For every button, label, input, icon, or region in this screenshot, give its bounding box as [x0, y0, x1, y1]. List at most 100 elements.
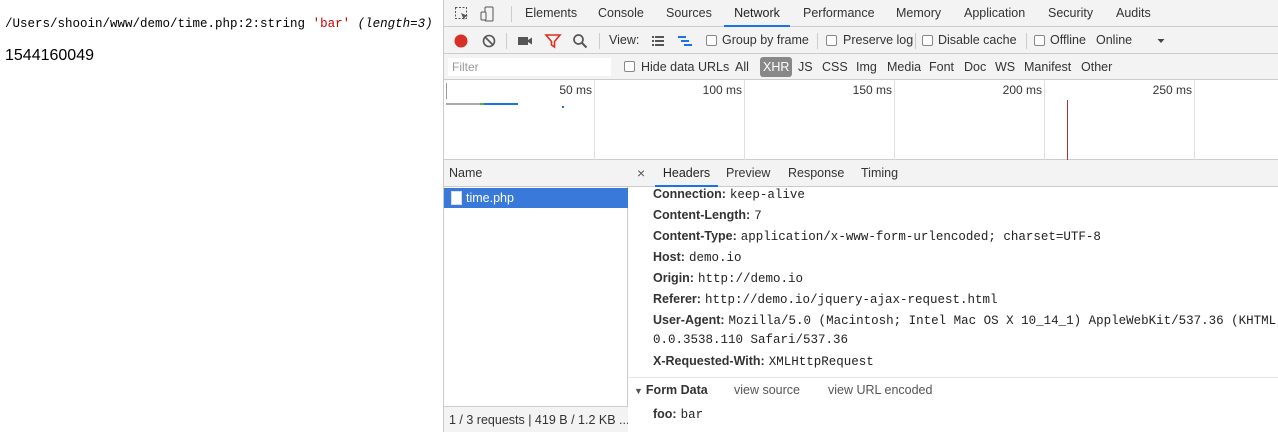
tab-audits[interactable]: Audits	[1116, 0, 1151, 27]
filter-type-font[interactable]: Font	[929, 54, 954, 80]
close-icon[interactable]: ×	[637, 160, 645, 187]
tab-preview[interactable]: Preview	[726, 160, 770, 187]
chevron-down-icon[interactable]	[1152, 32, 1170, 50]
waterfall-overview-icon[interactable]	[676, 32, 694, 50]
filter-input[interactable]	[448, 58, 611, 76]
overview-tick: 150 ms	[852, 83, 892, 97]
tab-sources[interactable]: Sources	[666, 0, 712, 27]
form-data-section-toggle[interactable]: ▼ Form Data	[634, 380, 708, 400]
tab-application[interactable]: Application	[964, 0, 1025, 27]
overview-gridline	[594, 80, 595, 160]
load-event-marker	[1067, 100, 1068, 160]
header-value: XMLHttpRequest	[768, 355, 874, 369]
request-row[interactable]: time.php	[444, 188, 628, 208]
form-data-divider	[628, 377, 1278, 378]
overview-gridline	[744, 80, 745, 160]
form-field-value: bar	[680, 408, 704, 422]
header-row: Content-Length: 7	[653, 205, 762, 225]
tab-response[interactable]: Response	[788, 160, 844, 187]
tab-performance[interactable]: Performance	[803, 0, 875, 27]
network-toolbar: View: Group by frame Preserve log Disabl…	[444, 27, 1278, 54]
overview-tick: 50 ms	[559, 83, 592, 97]
inspect-element-icon[interactable]	[453, 5, 471, 23]
header-name: Connection:	[653, 187, 726, 201]
filter-type-css[interactable]: CSS	[822, 54, 848, 80]
group-by-frame-checkbox[interactable]	[706, 35, 717, 46]
view-url-encoded-link[interactable]: view URL encoded	[828, 380, 932, 400]
view-source-link[interactable]: view source	[734, 380, 800, 400]
overview-tick: 250 ms	[1152, 83, 1192, 97]
header-name: Content-Type:	[653, 229, 737, 243]
tab-elements[interactable]: Elements	[525, 0, 577, 27]
devtools-panel: Elements Console Sources Network Perform…	[443, 0, 1278, 432]
preserve-log-label: Preserve log	[843, 33, 914, 47]
offline-checkbox[interactable]	[1034, 35, 1045, 46]
toolbar-separator	[817, 33, 818, 49]
network-overview[interactable]: 50 ms 100 ms 150 ms 200 ms 250 ms	[444, 80, 1278, 160]
header-row: User-Agent: Mozilla/5.0 (Macintosh; Intel…	[653, 310, 1278, 330]
record-icon[interactable]	[452, 32, 470, 50]
form-data-title: Form Data	[645, 383, 708, 397]
tab-headers[interactable]: Headers	[655, 160, 718, 187]
toolbar-separator	[506, 33, 507, 49]
header-name: User-Agent:	[653, 313, 725, 327]
header-name: Host:	[653, 250, 685, 264]
header-name: Origin:	[653, 271, 694, 285]
filter-type-media[interactable]: Media	[887, 54, 921, 80]
name-column-header[interactable]: Name	[444, 160, 628, 187]
disable-cache-checkbox[interactable]	[922, 35, 933, 46]
header-value: http://demo.io	[697, 272, 803, 286]
overview-bar	[484, 103, 518, 105]
header-row: Host: demo.io	[653, 247, 741, 267]
tab-network[interactable]: Network	[724, 0, 790, 27]
toolbar-separator	[915, 33, 916, 49]
tab-memory[interactable]: Memory	[896, 0, 941, 27]
filter-type-ws[interactable]: WS	[995, 54, 1015, 80]
preserve-log-checkbox[interactable]	[826, 35, 837, 46]
header-row: Connection: keep-alive	[653, 184, 805, 204]
header-row: Content-Type: application/x-www-form-urle…	[653, 226, 1101, 246]
timestamp-output: 1544160049	[5, 47, 94, 64]
toolbar-separator	[599, 33, 600, 49]
header-row: Origin: http://demo.io	[653, 268, 803, 288]
throttling-select[interactable]: Online	[1096, 27, 1132, 54]
clear-icon[interactable]	[480, 32, 498, 50]
filter-type-img[interactable]: Img	[856, 54, 877, 80]
tab-security[interactable]: Security	[1048, 0, 1093, 27]
var-dump-output: /Users/shooin/www/demo/time.php:2:string…	[5, 17, 433, 31]
form-data-row: foo: bar	[653, 404, 703, 424]
filter-icon[interactable]	[544, 32, 562, 50]
filter-type-xhr[interactable]: XHR	[760, 57, 793, 77]
filter-type-js[interactable]: JS	[798, 54, 813, 80]
var-dump-prefix: /Users/shooin/www/demo/time.php:2:string	[5, 17, 313, 31]
header-row: X-Requested-With: XMLHttpRequest	[653, 351, 874, 371]
var-dump-length: (length=3)	[357, 17, 433, 31]
large-rows-icon[interactable]	[649, 32, 667, 50]
header-value: application/x-www-form-urlencoded; chars…	[740, 230, 1101, 244]
page-viewport: /Users/shooin/www/demo/time.php:2:string…	[0, 0, 443, 432]
devtools-tab-bar: Elements Console Sources Network Perform…	[444, 0, 1278, 27]
form-field-name: foo:	[653, 407, 677, 421]
overview-bar	[446, 103, 480, 105]
offline-label: Offline	[1050, 33, 1086, 47]
header-value: demo.io	[688, 251, 742, 265]
header-row: Referer: http://demo.io/jquery-ajax-reque…	[653, 289, 998, 309]
filter-type-other[interactable]: Other	[1081, 54, 1112, 80]
header-name: Content-Length:	[653, 208, 751, 222]
filter-type-manifest[interactable]: Manifest	[1024, 54, 1071, 80]
hide-data-urls-label: Hide data URLs	[641, 60, 730, 74]
request-detail-panel: × Headers Preview Response Timing Connec…	[628, 160, 1278, 432]
header-name: X-Requested-With:	[653, 354, 765, 368]
filter-type-doc[interactable]: Doc	[964, 54, 986, 80]
tab-console[interactable]: Console	[598, 0, 644, 27]
search-icon[interactable]	[571, 32, 589, 50]
filter-type-all[interactable]: All	[735, 54, 749, 80]
hide-data-urls-checkbox[interactable]	[624, 61, 635, 72]
device-toolbar-icon[interactable]	[479, 5, 497, 23]
header-value: http://demo.io/jquery-ajax-request.html	[704, 293, 998, 307]
request-list: Name time.php 1 / 3 requests | 419 B / 1…	[444, 160, 628, 432]
header-value: 7	[754, 209, 762, 223]
tab-timing[interactable]: Timing	[861, 160, 898, 187]
screenshot-capture-icon[interactable]	[516, 32, 534, 50]
header-name: Referer:	[653, 292, 701, 306]
